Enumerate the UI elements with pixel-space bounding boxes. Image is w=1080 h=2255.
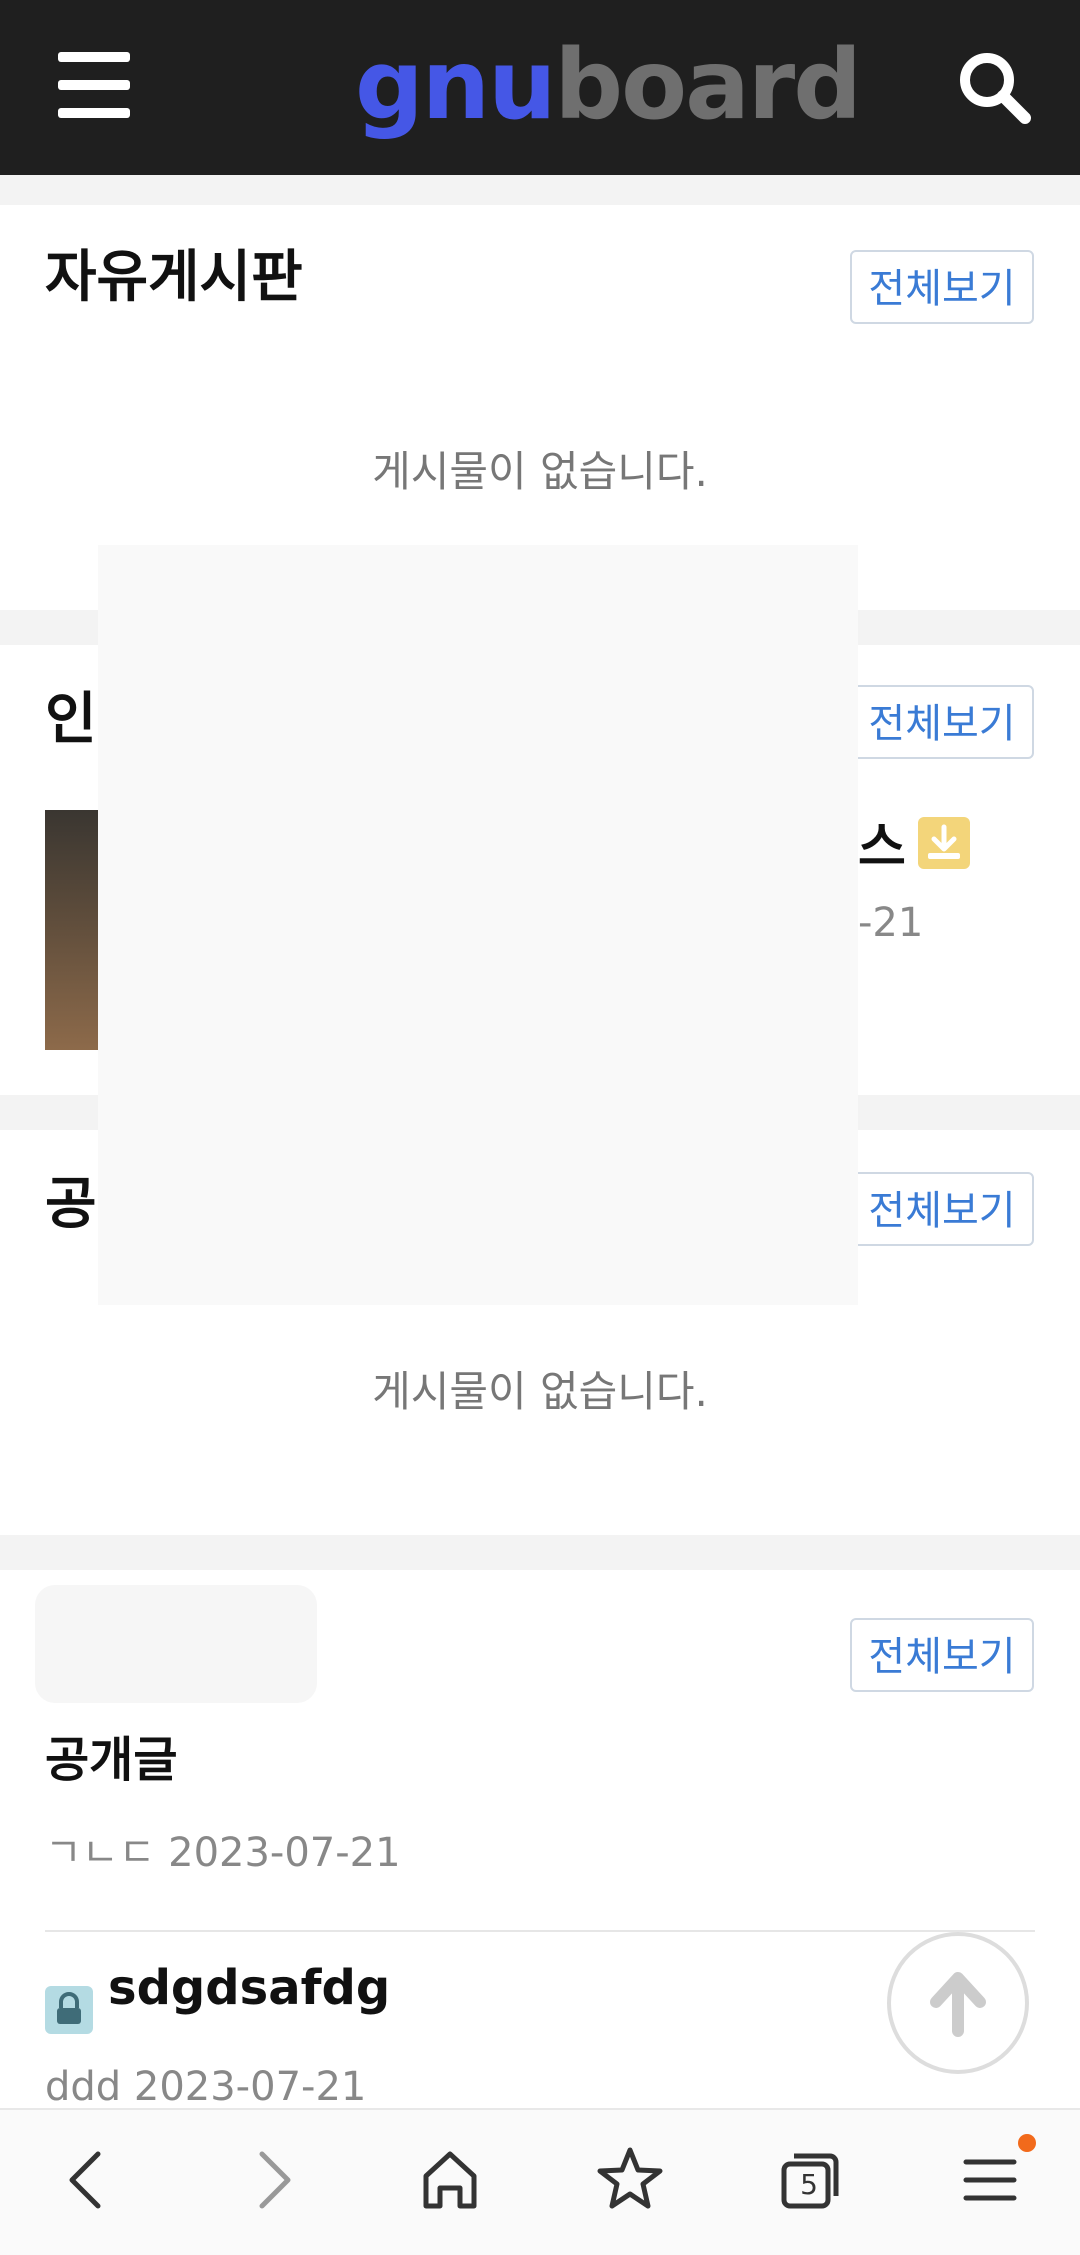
site-logo[interactable]: gnuboard (355, 20, 862, 150)
post-meta: ㄱㄴㄷ 2023-07-21 (45, 1830, 401, 1876)
menu-icon[interactable] (950, 2140, 1030, 2220)
post-title-partial[interactable]: 스 (858, 805, 906, 880)
tab-count: 5 (800, 2168, 818, 2201)
download-icon (918, 817, 970, 869)
view-all-button[interactable]: 전체보기 (850, 1618, 1034, 1692)
notification-dot (1018, 2134, 1036, 2152)
post-divider (45, 1930, 1035, 1932)
top-header: gnuboard (0, 0, 1080, 175)
view-all-button[interactable]: 전체보기 (850, 1172, 1034, 1246)
arrow-up-icon (930, 1972, 986, 2037)
view-all-button[interactable]: 전체보기 (850, 250, 1034, 324)
browser-bottom-bar: 5 (0, 2108, 1080, 2255)
logo-part-board: board (554, 29, 862, 141)
home-icon[interactable] (410, 2140, 490, 2220)
empty-message: 게시물이 없습니다. (372, 1367, 708, 1416)
blank-overlay-panel (98, 545, 858, 1305)
bookmark-star-icon[interactable] (590, 2140, 670, 2220)
tabs-button[interactable]: 5 (770, 2140, 850, 2220)
view-all-button[interactable]: 전체보기 (850, 685, 1034, 759)
post-title[interactable]: 공개글 (45, 1720, 177, 1790)
section-title: 인 (45, 687, 97, 752)
logo-part-gnu: gnu (355, 29, 556, 141)
post-date-partial: -21 (858, 900, 924, 946)
section-title: 자유게시판 (45, 245, 303, 310)
scroll-top-button[interactable] (887, 1932, 1029, 2074)
gallery-thumbnail[interactable] (45, 810, 100, 1050)
menu-icon[interactable] (58, 52, 134, 118)
post-title[interactable]: sdgdsafdg (108, 1960, 390, 2016)
lock-icon (45, 1986, 93, 2034)
speech-bubble-placeholder (35, 1585, 317, 1703)
post-meta: ddd 2023-07-21 (45, 2064, 367, 2110)
forward-icon[interactable] (232, 2140, 312, 2220)
back-icon[interactable] (48, 2140, 128, 2220)
empty-message: 게시물이 없습니다. (372, 447, 708, 496)
section-title: 공 (45, 1172, 97, 1237)
search-icon[interactable] (955, 48, 1035, 128)
